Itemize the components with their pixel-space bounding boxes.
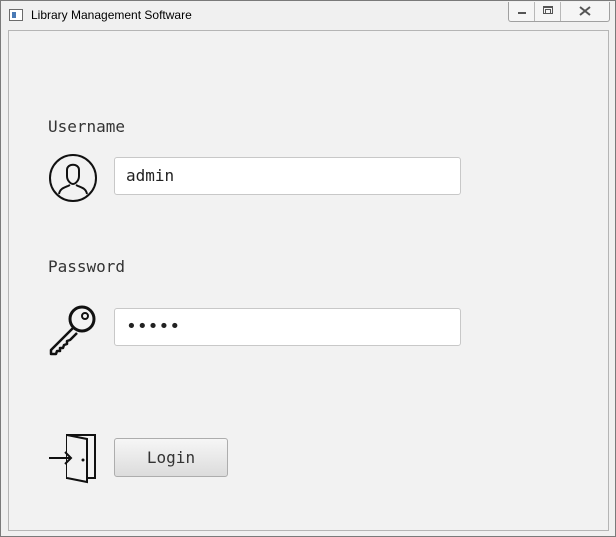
app-icon[interactable] [9, 9, 23, 21]
minimize-icon [518, 12, 526, 14]
window-title: Library Management Software [31, 8, 192, 22]
door-enter-icon [49, 434, 96, 484]
restore-icon [543, 6, 553, 14]
close-icon [579, 6, 591, 16]
username-field[interactable]: admin [114, 157, 461, 195]
minimize-button[interactable] [509, 2, 535, 21]
username-label: Username [48, 117, 126, 136]
title-bar[interactable]: Library Management Software [1, 1, 615, 30]
window-controls [508, 2, 610, 22]
login-button[interactable]: Login [114, 438, 228, 477]
login-panel: Username admin Password ••••• Login [8, 30, 609, 531]
close-button[interactable] [561, 2, 609, 21]
key-icon [49, 305, 96, 356]
password-field[interactable]: ••••• [114, 308, 461, 346]
password-label: Password [48, 257, 126, 276]
user-circle-icon [49, 154, 97, 202]
restore-button[interactable] [535, 2, 561, 21]
app-window: Library Management Software Username adm… [0, 0, 616, 537]
